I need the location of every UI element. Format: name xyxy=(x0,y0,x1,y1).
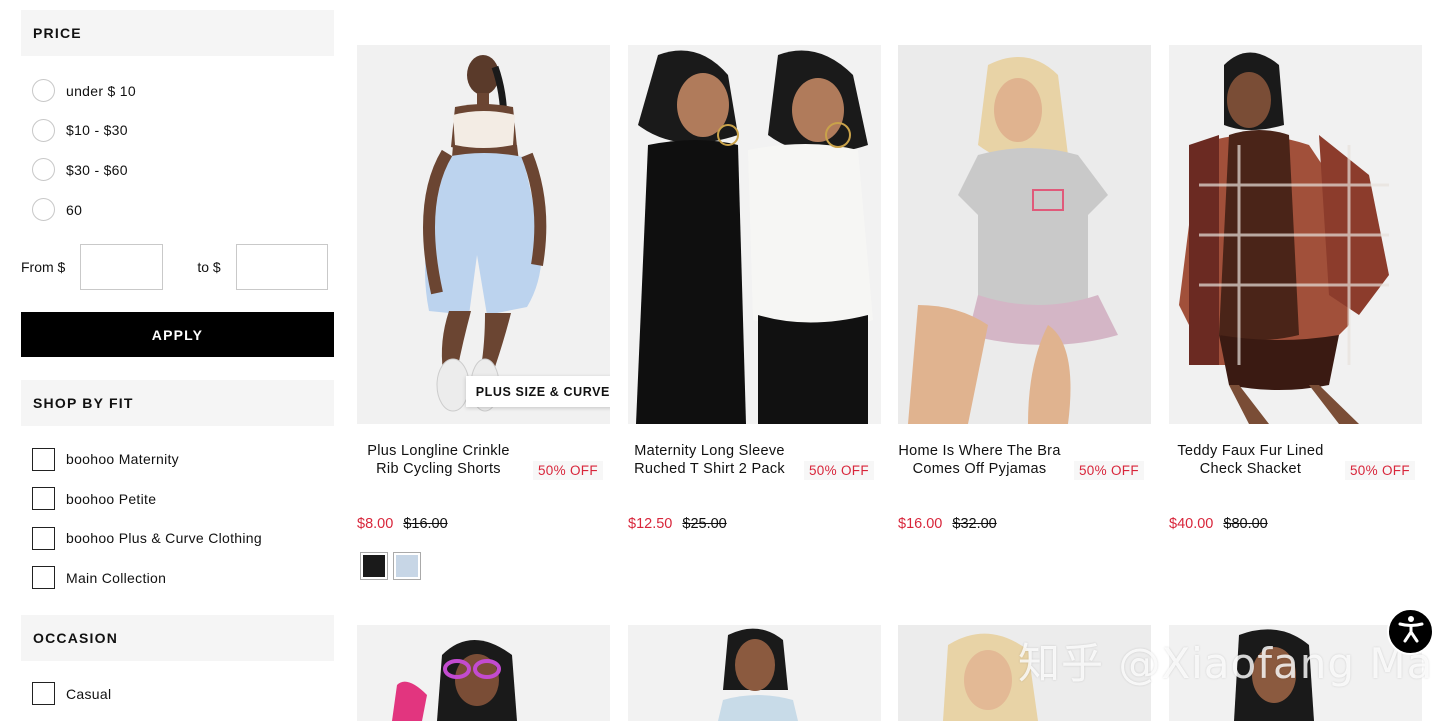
product-prices: $12.50 $25.00 xyxy=(628,516,727,532)
product-card[interactable]: Teddy Faux Fur Lined Check Shacket 50% O… xyxy=(1169,45,1422,532)
discount-badge: 50% OFF xyxy=(1345,461,1415,480)
from-label: From $ xyxy=(21,259,66,276)
option-label: Casual xyxy=(66,685,112,702)
radio-button[interactable] xyxy=(32,198,55,222)
discount-badge: 50% OFF xyxy=(533,461,603,480)
product-image[interactable]: PLUS SIZE & CURVE xyxy=(357,45,610,424)
checkbox[interactable] xyxy=(32,447,55,471)
fit-option-petite[interactable]: boohoo Petite xyxy=(21,479,334,519)
product-name[interactable]: Plus Longline Crinkle Rib Cycling Shorts xyxy=(357,442,520,478)
price-from-input[interactable] xyxy=(80,244,164,291)
radio-button[interactable] xyxy=(32,79,55,103)
sale-price: $40.00 xyxy=(1169,516,1214,532)
sale-price: $8.00 xyxy=(357,516,394,532)
fit-option-maternity[interactable]: boohoo Maternity xyxy=(21,439,334,479)
original-price: $32.00 xyxy=(952,516,997,532)
price-heading-label: PRICE xyxy=(33,25,82,41)
product-card[interactable]: Home Is Where The Bra Comes Off Pyjamas … xyxy=(898,45,1151,532)
radio-button[interactable] xyxy=(32,158,55,182)
apply-button[interactable]: APPLY xyxy=(21,312,334,358)
checkbox[interactable] xyxy=(32,487,55,511)
to-label: to $ xyxy=(197,259,221,276)
option-label: boohoo Maternity xyxy=(66,451,179,468)
price-to-input[interactable] xyxy=(235,244,328,291)
discount-badge: 50% OFF xyxy=(804,461,874,480)
fit-filter-heading[interactable]: SHOP BY FIT xyxy=(21,380,334,427)
occasion-option-casual[interactable]: Casual xyxy=(21,674,334,714)
price-option-30-60[interactable]: $30 - $60 xyxy=(21,150,334,190)
option-label: Main Collection xyxy=(66,569,167,586)
fit-option-main-collection[interactable]: Main Collection xyxy=(21,558,334,598)
option-label: under $ 10 xyxy=(66,82,136,99)
occasion-filter-heading[interactable]: OCCASION xyxy=(21,614,334,661)
product-info: Plus Longline Crinkle Rib Cycling Shorts… xyxy=(357,424,610,580)
swatch-light-blue[interactable] xyxy=(393,552,421,580)
occasion-options: Casual xyxy=(21,661,334,714)
product-prices: $16.00 $32.00 xyxy=(898,516,997,532)
option-label: boohoo Plus & Curve Clothing xyxy=(66,530,262,547)
accessibility-icon xyxy=(1396,614,1426,649)
fit-options: boohoo Maternity boohoo Petite boohoo Pl… xyxy=(21,426,334,597)
color-swatches xyxy=(360,552,426,580)
swatch-black[interactable] xyxy=(360,552,388,580)
accessibility-button[interactable] xyxy=(1387,608,1434,655)
product-name[interactable]: Maternity Long Sleeve Ruched T Shirt 2 P… xyxy=(628,442,791,478)
sale-price: $12.50 xyxy=(628,516,673,532)
sale-price: $16.00 xyxy=(898,516,943,532)
checkbox[interactable] xyxy=(32,682,55,706)
radio-button[interactable] xyxy=(32,118,55,142)
fit-option-plus-curve[interactable]: boohoo Plus & Curve Clothing xyxy=(21,519,334,559)
option-label: $10 - $30 xyxy=(66,122,128,139)
product-card[interactable]: Maternity Long Sleeve Ruched T Shirt 2 P… xyxy=(628,45,881,532)
price-range-row: From $ to $ xyxy=(21,244,334,291)
occasion-heading-label: OCCASION xyxy=(33,629,119,646)
product-prices: $40.00 $80.00 xyxy=(1169,516,1268,532)
product-info: Home Is Where The Bra Comes Off Pyjamas … xyxy=(898,424,1151,532)
product-prices: $8.00 $16.00 xyxy=(357,516,448,532)
product-card[interactable]: PLUS SIZE & CURVE Plus Longline Crinkle … xyxy=(357,45,610,580)
category-badge: PLUS SIZE & CURVE xyxy=(465,376,610,407)
product-image[interactable] xyxy=(628,45,881,424)
price-option-under-10[interactable]: under $ 10 xyxy=(21,71,334,111)
product-info: Teddy Faux Fur Lined Check Shacket 50% O… xyxy=(1169,424,1422,532)
watermark-text: 知乎 @Xiaofang Ma xyxy=(1018,639,1434,688)
product-image[interactable] xyxy=(357,625,610,721)
product-name[interactable]: Home Is Where The Bra Comes Off Pyjamas xyxy=(898,442,1061,478)
filter-sidebar: PRICE under $ 10 $10 - $30 $30 - $60 60 … xyxy=(21,10,334,713)
option-label: boohoo Petite xyxy=(66,490,157,507)
original-price: $80.00 xyxy=(1223,516,1268,532)
price-option-10-30[interactable]: $10 - $30 xyxy=(21,111,334,151)
discount-badge: 50% OFF xyxy=(1074,461,1144,480)
fit-heading-label: SHOP BY FIT xyxy=(33,395,134,412)
checkbox[interactable] xyxy=(32,526,55,550)
product-name[interactable]: Teddy Faux Fur Lined Check Shacket xyxy=(1169,442,1332,478)
price-option-60[interactable]: 60 xyxy=(21,190,334,230)
price-options: under $ 10 $10 - $30 $30 - $60 60 xyxy=(21,56,334,229)
option-label: 60 xyxy=(66,201,83,218)
checkbox[interactable] xyxy=(32,566,55,590)
original-price: $25.00 xyxy=(682,516,727,532)
product-info: Maternity Long Sleeve Ruched T Shirt 2 P… xyxy=(628,424,881,532)
price-filter-heading[interactable]: PRICE xyxy=(21,10,334,56)
product-image[interactable] xyxy=(1169,45,1422,424)
original-price: $16.00 xyxy=(403,516,448,532)
option-label: $30 - $60 xyxy=(66,161,128,178)
product-image[interactable] xyxy=(628,625,881,721)
product-image[interactable] xyxy=(898,45,1151,424)
